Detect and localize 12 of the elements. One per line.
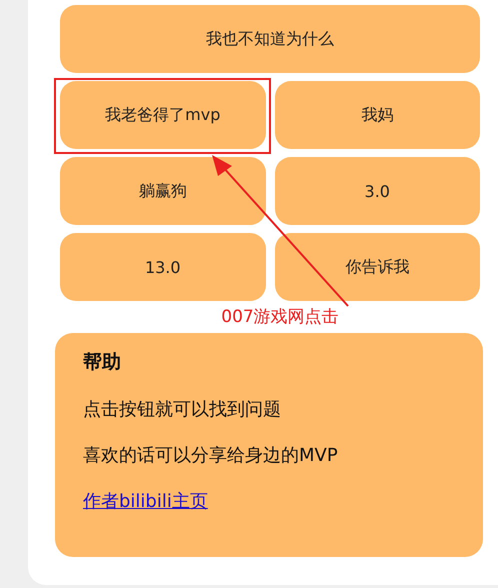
help-title: 帮助: [83, 350, 122, 375]
answer-button[interactable]: 我妈: [274, 81, 480, 149]
answer-button[interactable]: 你告诉我: [274, 233, 480, 301]
answer-button[interactable]: 我老爸得了mvp: [60, 81, 266, 149]
answer-button[interactable]: 3.0: [274, 157, 480, 225]
help-text: 点击按钮就可以找到问题: [83, 398, 282, 421]
answer-button[interactable]: 13.0: [60, 233, 266, 301]
annotation-label: 007游戏网点击: [221, 306, 339, 328]
help-text: 喜欢的话可以分享给身边的MVP: [83, 444, 339, 467]
answer-button[interactable]: 我也不知道为什么: [60, 5, 480, 73]
author-link[interactable]: 作者bilibili主页: [83, 489, 208, 513]
answer-button[interactable]: 躺赢狗: [60, 157, 266, 225]
